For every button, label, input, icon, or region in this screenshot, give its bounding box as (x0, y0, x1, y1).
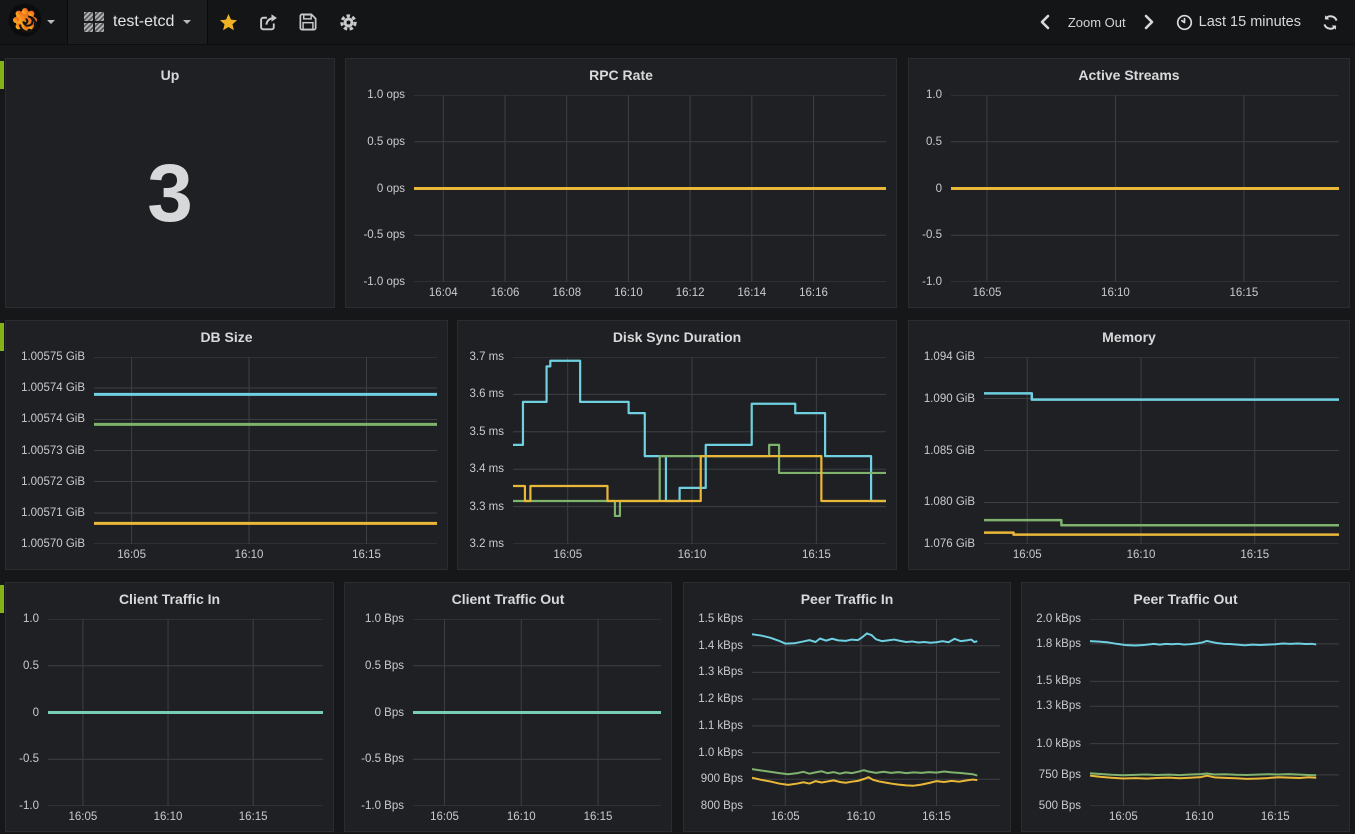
panel-client-traffic-in: Client Traffic In 1.00.50-0.5-1.016:0516… (5, 582, 334, 832)
series-peer-in-a (752, 633, 977, 643)
chart-memory[interactable]: 1.094 GiB1.090 GiB1.085 GiB1.080 GiB1.07… (909, 357, 1349, 569)
row-toggle[interactable] (0, 323, 4, 351)
row-toggle[interactable] (0, 61, 4, 89)
y-axis-labels: 1.0 ops0.5 ops0 ops-0.5 ops-1.0 ops (346, 95, 414, 282)
top-navbar: test-etcd (0, 0, 1355, 45)
dashboard-canvas: Up 3 RPC Rate 1.0 ops0.5 ops0 ops-0.5 op… (0, 45, 1355, 834)
chart-peer-traffic-in[interactable]: 1.5 kBps1.4 kBps1.3 kBps1.2 kBps1.1 kBps… (684, 619, 1010, 831)
time-shift-forward-button[interactable] (1136, 0, 1162, 44)
grafana-menu-button[interactable] (0, 0, 67, 44)
plot-area[interactable] (951, 95, 1339, 282)
chart-disk-sync[interactable]: 3.7 ms3.6 ms3.5 ms3.4 ms3.3 ms3.2 ms16:0… (458, 357, 896, 569)
clock-icon (1176, 14, 1193, 31)
chart-client-traffic-in[interactable]: 1.00.50-0.5-1.016:0516:1016:15 (6, 619, 333, 831)
share-icon (259, 13, 278, 32)
series-peer-in-c (752, 777, 977, 786)
dashboard-grid-icon (84, 12, 104, 32)
x-axis-labels: 16:0416:0616:0816:1016:1216:1416:16 (414, 287, 886, 305)
panel-title-client-traffic-in[interactable]: Client Traffic In (6, 583, 333, 619)
plot-area[interactable] (413, 619, 661, 806)
star-icon (219, 13, 238, 32)
y-axis-labels: 1.00.50-0.5-1.0 (909, 95, 951, 282)
y-axis-labels: 1.00575 GiB1.00574 GiB1.00574 GiB1.00573… (6, 357, 94, 544)
x-axis-labels: 16:0516:1016:15 (94, 549, 437, 567)
panel-active-streams: Active Streams 1.00.50-0.5-1.016:0516:10… (908, 58, 1350, 308)
caret-down-icon (47, 20, 55, 28)
y-axis-labels: 2.0 kBps1.8 kBps1.5 kBps1.3 kBps1.0 kBps… (1022, 619, 1090, 806)
plot-area[interactable] (984, 357, 1339, 544)
series-peer-in-b (752, 769, 977, 775)
plot-area[interactable] (1090, 619, 1339, 806)
dashboard-title: test-etcd (113, 13, 174, 31)
x-axis-labels: 16:0516:1016:15 (752, 811, 1000, 829)
series-peer-out-a (1090, 641, 1316, 646)
panel-peer-traffic-out: Peer Traffic Out 2.0 kBps1.8 kBps1.5 kBp… (1021, 582, 1350, 832)
x-axis-labels: 16:0516:1016:15 (48, 811, 323, 829)
settings-button[interactable] (328, 0, 368, 44)
time-range-label: Last 15 minutes (1199, 14, 1301, 30)
panel-peer-traffic-in: Peer Traffic In 1.5 kBps1.4 kBps1.3 kBps… (683, 582, 1011, 832)
plot-area[interactable] (414, 95, 886, 282)
y-axis-labels: 1.00.50-0.5-1.0 (6, 619, 48, 806)
x-axis-labels: 16:0516:1016:15 (984, 549, 1339, 567)
chart-active-streams[interactable]: 1.00.50-0.5-1.016:0516:1016:15 (909, 95, 1349, 307)
singlestat-value: 3 (6, 95, 334, 293)
panel-client-traffic-out: Client Traffic Out 1.0 Bps0.5 Bps0 Bps-0… (344, 582, 672, 832)
y-axis-labels: 3.7 ms3.6 ms3.5 ms3.4 ms3.3 ms3.2 ms (458, 357, 513, 544)
plot-area[interactable] (94, 357, 437, 544)
chart-rpc-rate[interactable]: 1.0 ops0.5 ops0 ops-0.5 ops-1.0 ops16:04… (346, 95, 896, 307)
chart-db-size[interactable]: 1.00575 GiB1.00574 GiB1.00574 GiB1.00573… (6, 357, 447, 569)
time-picker-button[interactable]: Last 15 minutes (1166, 14, 1311, 31)
zoom-out-button[interactable]: Zoom Out (1062, 15, 1132, 30)
grafana-logo-icon (8, 3, 42, 42)
series-sync-c (513, 456, 886, 501)
save-icon (299, 13, 317, 31)
panel-title-disk-sync[interactable]: Disk Sync Duration (458, 321, 896, 357)
x-axis-labels: 16:0516:1016:15 (413, 811, 661, 829)
x-axis-labels: 16:0516:1016:15 (951, 287, 1339, 305)
series-mem-b (984, 520, 1339, 525)
panel-title-active-streams[interactable]: Active Streams (909, 59, 1349, 95)
panel-up: Up 3 (5, 58, 335, 308)
x-axis-labels: 16:0516:1016:15 (1090, 811, 1339, 829)
save-button[interactable] (288, 0, 328, 44)
panel-rpc-rate: RPC Rate 1.0 ops0.5 ops0 ops-0.5 ops-1.0… (345, 58, 897, 308)
share-button[interactable] (248, 0, 288, 44)
chart-peer-traffic-out[interactable]: 2.0 kBps1.8 kBps1.5 kBps1.3 kBps1.0 kBps… (1022, 619, 1349, 831)
refresh-icon (1322, 14, 1339, 31)
refresh-button[interactable] (1315, 0, 1345, 44)
y-axis-labels: 1.5 kBps1.4 kBps1.3 kBps1.2 kBps1.1 kBps… (684, 619, 752, 806)
chart-client-traffic-out[interactable]: 1.0 Bps0.5 Bps0 Bps-0.5 Bps-1.0 Bps16:05… (345, 619, 671, 831)
gear-icon (339, 13, 358, 32)
panel-memory: Memory 1.094 GiB1.090 GiB1.085 GiB1.080 … (908, 320, 1350, 570)
x-axis-labels: 16:0516:1016:15 (513, 549, 886, 567)
chevron-left-icon (1039, 14, 1051, 30)
panel-disk-sync: Disk Sync Duration 3.7 ms3.6 ms3.5 ms3.4… (457, 320, 897, 570)
panel-db-size: DB Size 1.00575 GiB1.00574 GiB1.00574 Gi… (5, 320, 448, 570)
time-shift-back-button[interactable] (1032, 0, 1058, 44)
row-toggle[interactable] (0, 585, 4, 613)
chevron-right-icon (1143, 14, 1155, 30)
series-mem-a (984, 393, 1339, 399)
series-sync-a (513, 361, 886, 501)
y-axis-labels: 1.094 GiB1.090 GiB1.085 GiB1.080 GiB1.07… (909, 357, 984, 544)
panel-title-memory[interactable]: Memory (909, 321, 1349, 357)
panel-title-rpc-rate[interactable]: RPC Rate (346, 59, 896, 95)
plot-area[interactable] (513, 357, 886, 544)
caret-down-icon (183, 20, 191, 28)
star-button[interactable] (208, 0, 248, 44)
plot-area[interactable] (48, 619, 323, 806)
panel-title-up[interactable]: Up (6, 59, 334, 95)
y-axis-labels: 1.0 Bps0.5 Bps0 Bps-0.5 Bps-1.0 Bps (345, 619, 413, 806)
series-mem-c (984, 533, 1339, 535)
plot-area[interactable] (752, 619, 1000, 806)
dashboard-picker[interactable]: test-etcd (67, 0, 208, 44)
